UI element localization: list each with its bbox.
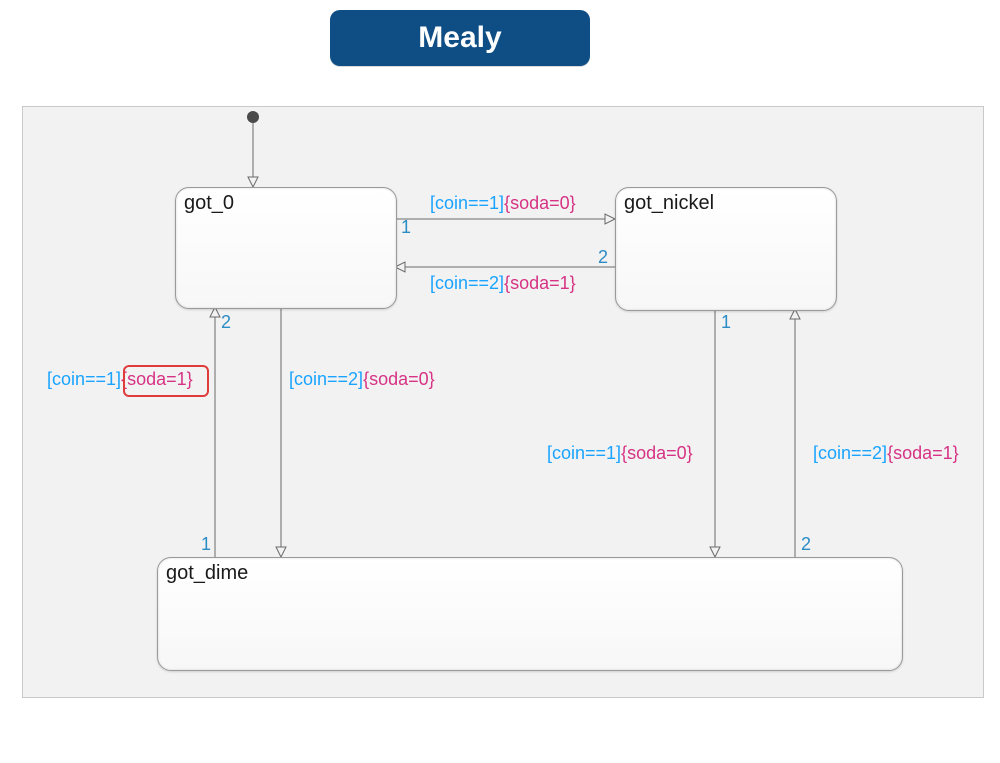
- transition-label-got0-to-dime: [coin==2]{soda=0}: [289, 369, 435, 390]
- transition-priority: 2: [598, 247, 608, 268]
- state-got-nickel[interactable]: got_nickel: [615, 187, 837, 311]
- transition-action: {soda=0}: [363, 369, 435, 389]
- transition-label-nickel-to-got0: [coin==2]{soda=1}: [430, 273, 576, 294]
- transition-label-dime-to-nickel: [coin==2]{soda=1}: [813, 443, 959, 464]
- arrowhead-icon: [605, 214, 615, 224]
- highlight-box: [123, 365, 209, 397]
- arrowhead-icon: [710, 547, 720, 557]
- state-label: got_dime: [166, 562, 248, 585]
- transition-label-got0-to-nickel: [coin==1]{soda=0}: [430, 193, 576, 214]
- transition-condition: [coin==1]: [547, 443, 621, 463]
- transition-condition: [coin==2]: [289, 369, 363, 389]
- state-label: got_nickel: [624, 192, 714, 215]
- transition-condition: [coin==1]: [430, 193, 504, 213]
- transition-condition: [coin==2]: [430, 273, 504, 293]
- transition-label-nickel-to-dime: [coin==1]{soda=0}: [547, 443, 693, 464]
- transition-priority: 1: [401, 217, 411, 238]
- arrowhead-icon: [248, 177, 258, 187]
- transition-priority: 1: [721, 312, 731, 333]
- transition-priority: 2: [801, 534, 811, 555]
- state-label: got_0: [184, 192, 234, 215]
- transition-priority: 2: [221, 312, 231, 333]
- state-got-0[interactable]: got_0: [175, 187, 397, 309]
- transition-condition: [coin==2]: [813, 443, 887, 463]
- transition-action: {soda=0}: [504, 193, 576, 213]
- diagram-title: Mealy: [330, 10, 590, 66]
- state-got-dime[interactable]: got_dime: [157, 557, 903, 671]
- transition-priority: 1: [201, 534, 211, 555]
- diagram-title-text: Mealy: [418, 21, 501, 55]
- transition-action: {soda=1}: [887, 443, 959, 463]
- transition-condition: [coin==1]: [47, 369, 121, 389]
- transition-action: {soda=0}: [621, 443, 693, 463]
- state-diagram-canvas: got_0 got_nickel got_dime 1 2 2 1 1 2 [c…: [22, 106, 984, 698]
- arrowhead-icon: [276, 547, 286, 557]
- initial-state-dot-icon: [247, 111, 259, 123]
- transition-action: {soda=1}: [504, 273, 576, 293]
